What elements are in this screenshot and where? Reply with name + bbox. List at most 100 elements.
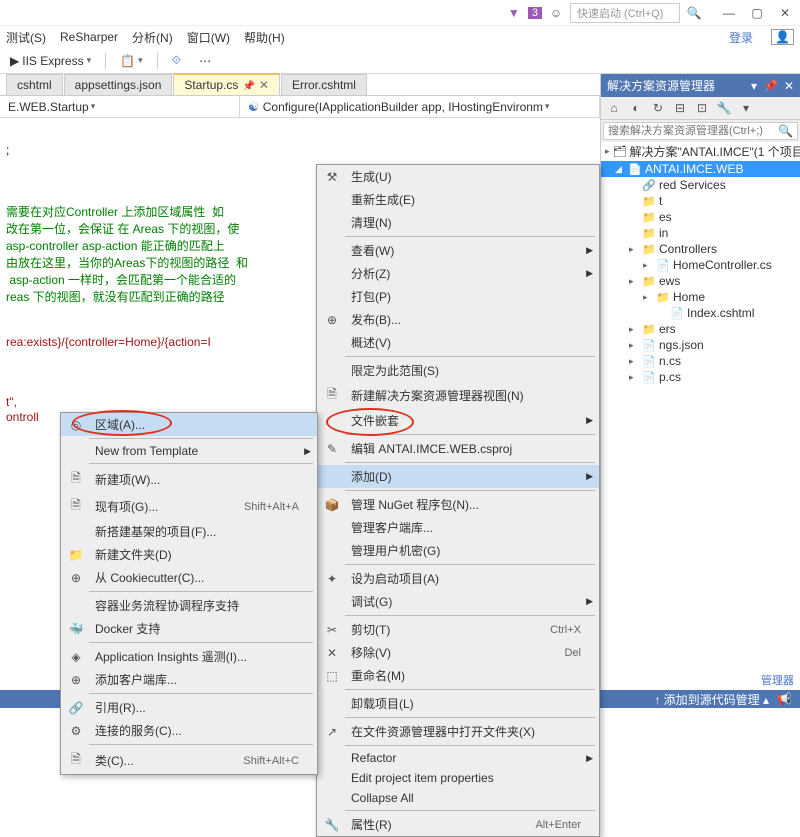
sb-icon[interactable]: 📢 [777,692,792,706]
ctx-item-1[interactable]: 重新生成(E) [317,188,599,211]
ctx-sub-item-8[interactable]: 🐳Docker 支持 [61,617,317,640]
ctx-item-18[interactable]: ✂剪切(T)Ctrl+X [317,618,599,641]
ctx-item-24[interactable]: Edit project item properties [317,768,599,788]
se-dropdown-icon[interactable]: ▾ [751,79,757,93]
tab-error[interactable]: Error.cshtml [281,74,367,95]
tree-file-index[interactable]: 📄Index.cshtml [601,305,800,321]
ctx-item-0[interactable]: ⚒生成(U) [317,165,599,188]
ctx-item-4[interactable]: 分析(Z)▶ [317,262,599,285]
login-avatar-icon[interactable]: 👤 [771,29,794,45]
ctx-item-11[interactable]: ✎编辑 ANTAI.IMCE.WEB.csproj [317,437,599,460]
tree-item[interactable]: 📁es [601,209,800,225]
tree-item[interactable]: ▸📄n.cs [601,353,800,369]
ctx-item-7[interactable]: 概述(V) [317,331,599,354]
iis-express-button[interactable]: ▶ IIS Express ▾ [6,52,95,70]
toolbar-btn-3[interactable]: ⋯ [195,52,215,70]
minimize-button[interactable]: — [720,6,738,20]
tree-item[interactable]: ▸📄p.cs [601,369,800,385]
ctx-item-9[interactable]: 🗎新建解决方案资源管理器视图(N) [317,382,599,409]
ctx-item-3[interactable]: 查看(W)▶ [317,239,599,262]
ctx-item-10[interactable]: 文件嵌套▶ [317,409,599,432]
solution-explorer-search[interactable]: 🔍 [603,122,798,140]
se-search-input[interactable] [604,123,774,139]
toolbar-btn-2[interactable]: ⟐ [168,51,185,70]
ctx-item-20[interactable]: ⬚重命名(M) [317,664,599,687]
tree-item[interactable]: ▸📄ngs.json [601,337,800,353]
ctx-sub-item-0[interactable]: ◎区域(A)... [61,413,317,436]
tree-project[interactable]: ◢📄ANTAI.IMCE.WEB [601,161,800,177]
se-collapse-icon[interactable]: ⊟ [671,99,689,117]
se-home-icon[interactable]: ⌂ [605,99,623,117]
ctx-sub-item-3[interactable]: 🗎现有项(G)...Shift+Alt+A [61,493,317,520]
ctx-item-8[interactable]: 限定为此范围(S) [317,359,599,382]
close-button[interactable]: ✕ [776,6,794,20]
se-back-icon[interactable]: ◐ [627,99,645,117]
breadcrumb-method[interactable]: ☯Configure(IApplicationBuilder app, IHos… [240,96,600,117]
tree-solution-root[interactable]: ▸🗂解决方案"ANTAI.IMCE"(1 个项目) [601,142,800,161]
tree-item[interactable]: ▸📁ews [601,273,800,289]
ctx-item-17[interactable]: 调试(G)▶ [317,590,599,613]
ctx-sub-item-1[interactable]: New from Template▶ [61,441,317,461]
menu-analyze[interactable]: 分析(N) [132,29,173,46]
se-more-icon[interactable]: ▾ [737,99,755,117]
tree-item[interactable]: 📁in [601,225,800,241]
maximize-button[interactable]: ▢ [748,6,766,20]
ctx-item-15[interactable]: 管理用户机密(G) [317,539,599,562]
se-bottom-tab[interactable]: 管理器 [761,672,794,688]
ctx-sub-item-2[interactable]: 🗎新建项(W)... [61,466,317,493]
tree-folder-home[interactable]: ▸📁Home [601,289,800,305]
menu-window[interactable]: 窗口(W) [187,29,230,46]
ctx-sub-item-9[interactable]: ◈Application Insights 遥测(I)... [61,645,317,668]
ctx-item-21[interactable]: 卸载项目(L) [317,692,599,715]
menu-help[interactable]: 帮助(H) [244,29,285,46]
ctx-label: 管理用户机密(G) [351,542,581,559]
ctx-icon: ✎ [321,442,343,456]
menu-test[interactable]: 测试(S) [6,29,46,46]
toolbar-btn-1[interactable]: 📋 ▾ [116,52,146,70]
ctx-item-2[interactable]: 清理(N) [317,211,599,234]
ctx-sub-item-10[interactable]: ⊕添加客户端库... [61,668,317,691]
ctx-sub-item-12[interactable]: ⚙连接的服务(C)... [61,719,317,742]
solution-tree[interactable]: ▸🗂解决方案"ANTAI.IMCE"(1 个项目) ◢📄ANTAI.IMCE.W… [601,142,800,690]
tab-startup[interactable]: Startup.cs📌✕ [173,73,280,95]
ctx-item-16[interactable]: ✦设为启动项目(A) [317,567,599,590]
se-sync-icon[interactable]: ↻ [649,99,667,117]
breadcrumb-class[interactable]: E.WEB.Startup▾ [0,96,240,117]
ctx-item-25[interactable]: Collapse All [317,788,599,808]
ctx-item-22[interactable]: ↗在文件资源管理器中打开文件夹(X) [317,720,599,743]
pin-icon[interactable]: 📌 [242,81,254,92]
login-link[interactable]: 登录 [729,29,753,46]
ctx-sub-item-4[interactable]: 新搭建基架的项目(F)... [61,520,317,543]
ctx-item-12[interactable]: 添加(D)▶ [317,465,599,488]
ctx-item-5[interactable]: 打包(P) [317,285,599,308]
ctx-item-19[interactable]: ✕移除(V)Del [317,641,599,664]
ctx-sub-item-7[interactable]: 容器业务流程协调程序支持 [61,594,317,617]
tab-appsettings[interactable]: appsettings.json [64,74,173,95]
se-pin-icon[interactable]: 📌 [763,79,778,93]
tab-cshtml[interactable]: cshtml [6,74,63,95]
tree-folder-controllers[interactable]: ▸📁Controllers [601,241,800,257]
se-close-icon[interactable]: ✕ [784,79,794,93]
tree-item[interactable]: ▸📁ers [601,321,800,337]
ctx-sub-item-6[interactable]: ⊕从 Cookiecutter(C)... [61,566,317,589]
ctx-item-26[interactable]: 🔧属性(R)Alt+Enter [317,813,599,836]
search-icon[interactable]: 🔍 [774,124,797,138]
source-control-text[interactable]: ↑ 添加到源代码管理 ▴ [654,691,769,708]
ctx-item-23[interactable]: Refactor▶ [317,748,599,768]
se-props-icon[interactable]: 🔧 [715,99,733,117]
ctx-sub-item-13[interactable]: 🗎类(C)...Shift+Alt+C [61,747,317,774]
notification-badge[interactable]: 3 [528,7,542,19]
tree-item[interactable]: 📁t [601,193,800,209]
feedback-icon[interactable]: ☺ [548,5,564,21]
quick-launch-input[interactable]: 快速启动 (Ctrl+Q) [570,3,680,23]
ctx-item-14[interactable]: 管理客户端库... [317,516,599,539]
tree-file-homecontroller[interactable]: ▸📄HomeController.cs [601,257,800,273]
menu-resharper[interactable]: ReSharper [60,30,118,44]
ctx-item-13[interactable]: 📦管理 NuGet 程序包(N)... [317,493,599,516]
close-icon[interactable]: ✕ [259,78,269,92]
tree-item[interactable]: 🔗red Services [601,177,800,193]
ctx-sub-item-5[interactable]: 📁新建文件夹(D) [61,543,317,566]
se-showall-icon[interactable]: ⊡ [693,99,711,117]
search-icon[interactable]: 🔍 [686,5,702,21]
ctx-item-6[interactable]: ⊕发布(B)... [317,308,599,331]
